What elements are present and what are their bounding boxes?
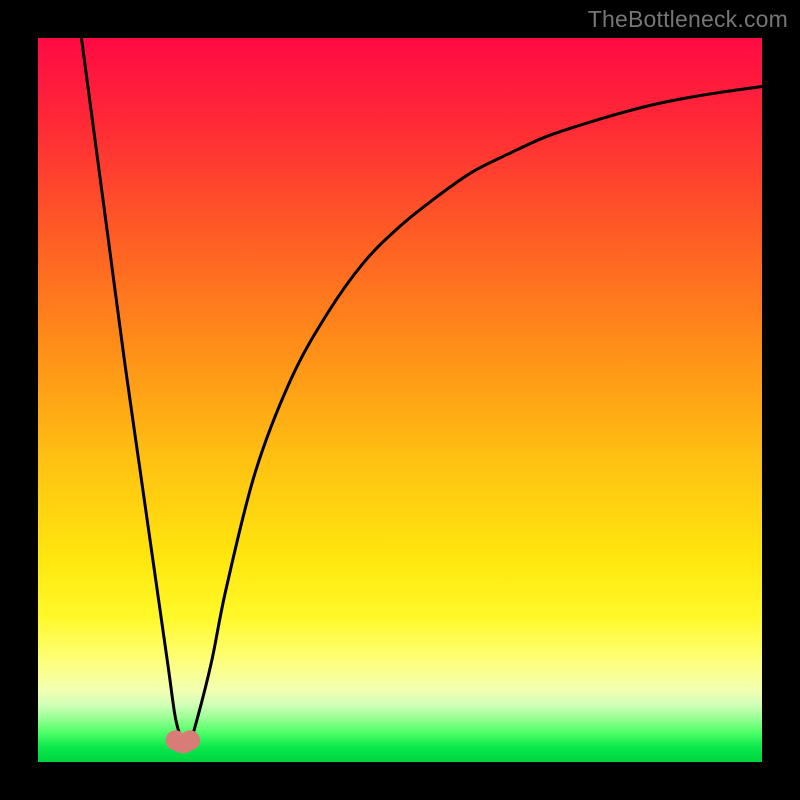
- marker-layer: [166, 730, 200, 750]
- chart-frame: TheBottleneck.com: [0, 0, 800, 800]
- curve-layer: [81, 38, 762, 743]
- watermark-text: TheBottleneck.com: [588, 6, 788, 33]
- dip-connector: [176, 740, 190, 745]
- bottleneck-curve: [81, 38, 762, 743]
- chart-svg: [38, 38, 762, 762]
